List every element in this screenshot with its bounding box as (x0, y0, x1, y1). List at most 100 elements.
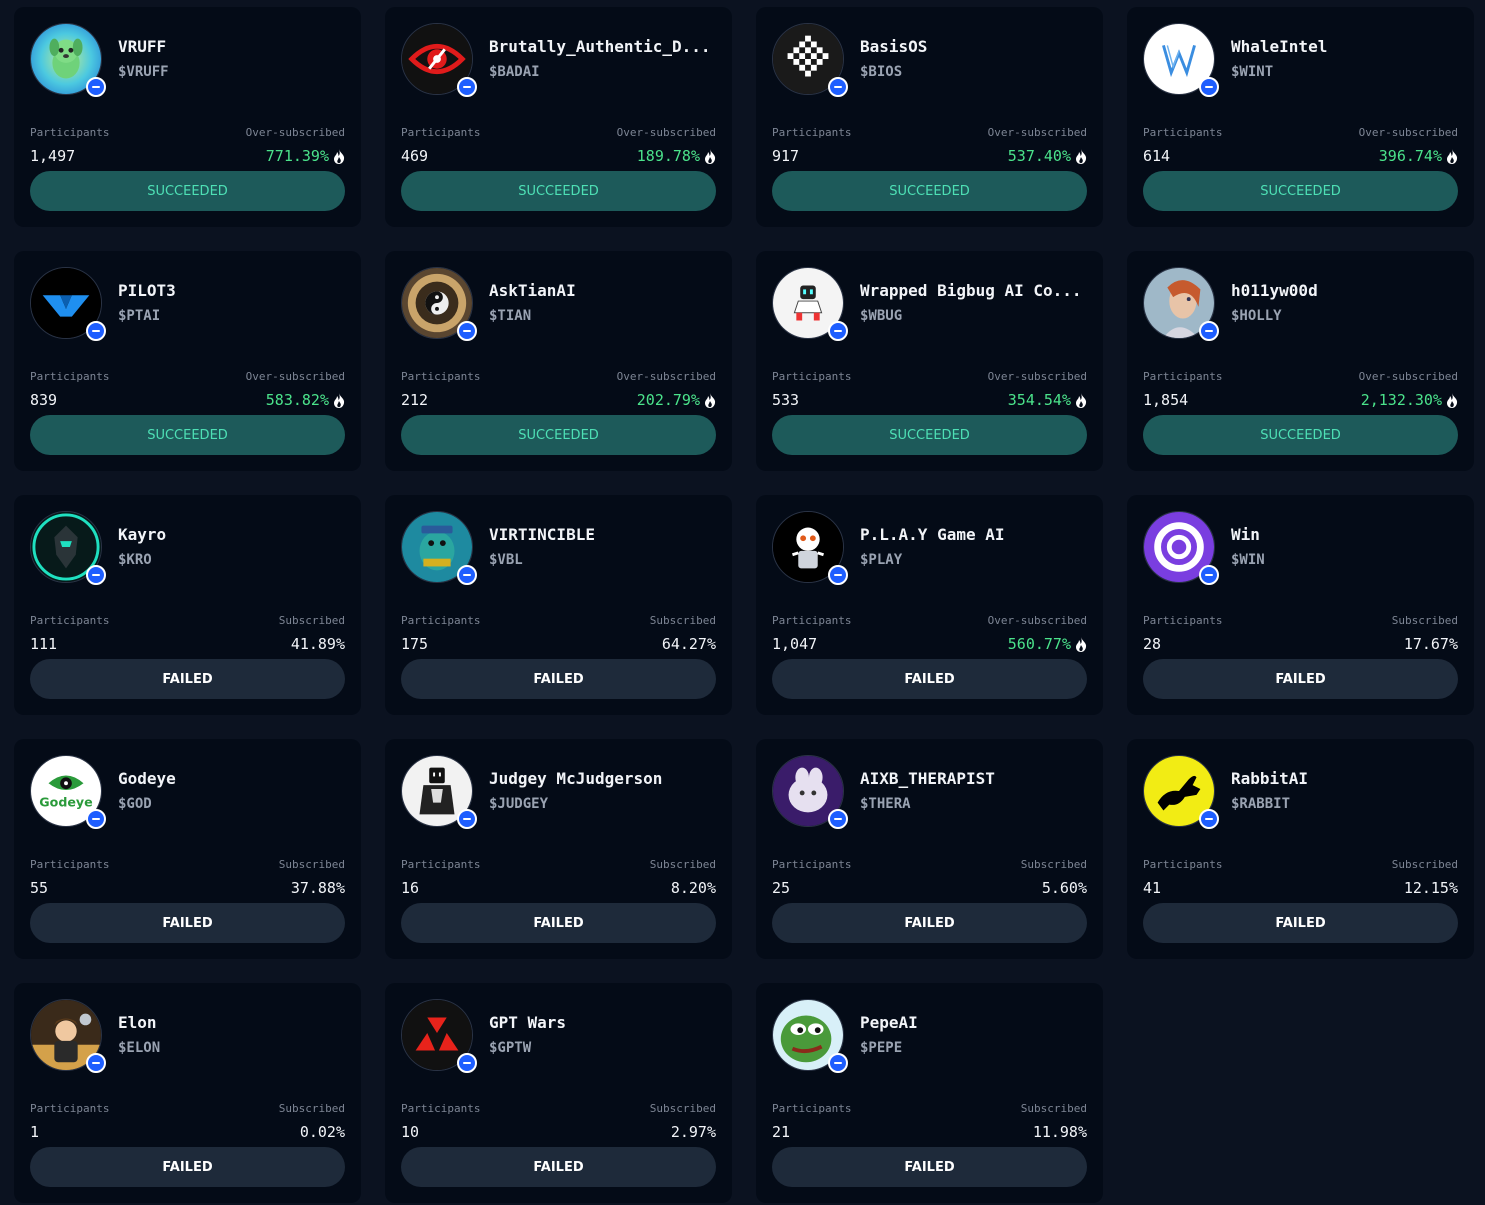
project-card[interactable]: WhaleIntel $WINT Participants Over-subscrib… (1127, 7, 1474, 227)
project-name[interactable]: Judgey McJudgerson (489, 769, 716, 788)
status-button[interactable]: FAILED (30, 1147, 345, 1187)
project-name[interactable]: Brutally_Authentic_D... (489, 37, 716, 56)
status-button[interactable]: SUCCEEDED (401, 171, 716, 211)
project-card[interactable]: Wrapped Bigbug AI Co... $WBUG Participants… (756, 251, 1103, 471)
project-name[interactable]: P.L.A.Y Game AI (860, 525, 1087, 544)
project-card[interactable]: Godeye Godeye $GOD Participants Subscribed 55… (14, 739, 361, 959)
stats-labels: Participants Subscribed (772, 1102, 1087, 1115)
status-button[interactable]: SUCCEEDED (30, 415, 345, 455)
project-card[interactable]: VIRTINCIBLE $VBL Participants Subscribed 175… (385, 495, 732, 715)
avatar[interactable] (30, 999, 106, 1073)
status-button[interactable]: FAILED (1143, 659, 1458, 699)
project-card[interactable]: h011yw00d $HOLLY Participants Over-subscrib… (1127, 251, 1474, 471)
project-name[interactable]: BasisOS (860, 37, 1087, 56)
stats-labels: Participants Over-subscribed (1143, 126, 1458, 139)
status-button[interactable]: FAILED (401, 659, 716, 699)
project-name[interactable]: h011yw00d (1231, 281, 1458, 300)
project-card[interactable]: P.L.A.Y Game AI $PLAY Participants Over-sub… (756, 495, 1103, 715)
avatar[interactable] (1143, 511, 1219, 585)
title-block: Wrapped Bigbug AI Co... $WBUG (860, 267, 1087, 324)
project-name[interactable]: AskTianAI (489, 281, 716, 300)
avatar[interactable] (772, 267, 848, 341)
stats-labels: Participants Subscribed (1143, 614, 1458, 627)
project-name[interactable]: VRUFF (118, 37, 345, 56)
avatar[interactable] (1143, 267, 1219, 341)
status-button[interactable]: SUCCEEDED (772, 415, 1087, 455)
status-button[interactable]: SUCCEEDED (401, 415, 716, 455)
subscription-percent: 189.78% (637, 147, 716, 165)
participants-count: 21 (772, 1123, 791, 1141)
status-button[interactable]: FAILED (1143, 903, 1458, 943)
project-card[interactable]: PILOT3 $PTAI Participants Over-subscribed 83… (14, 251, 361, 471)
project-card[interactable]: Brutally_Authentic_D... $BADAI Participant… (385, 7, 732, 227)
project-name[interactable]: Kayro (118, 525, 345, 544)
participants-count: 28 (1143, 635, 1162, 653)
svg-text:Godeye: Godeye (39, 795, 92, 810)
status-button[interactable]: FAILED (772, 659, 1087, 699)
project-name[interactable]: PILOT3 (118, 281, 345, 300)
project-name[interactable]: Elon (118, 1013, 345, 1032)
project-card[interactable]: VRUFF $VRUFF Participants Over-subscribed 1,… (14, 7, 361, 227)
avatar[interactable] (401, 999, 477, 1073)
project-name[interactable]: VIRTINCIBLE (489, 525, 716, 544)
subscription-value: 202.79% (636, 391, 700, 409)
avatar[interactable]: Godeye (30, 755, 106, 829)
project-name[interactable]: WhaleIntel (1231, 37, 1458, 56)
status-button[interactable]: SUCCEEDED (772, 171, 1087, 211)
status-button[interactable]: FAILED (30, 659, 345, 699)
project-card[interactable]: PepeAI $PEPE Participants Subscribed 21 11.98… (756, 983, 1103, 1203)
participants-count: 839 (30, 391, 58, 409)
project-card[interactable]: AIXB_THERAPIST $THERA Participants Subscrib… (756, 739, 1103, 959)
status-button[interactable]: FAILED (401, 903, 716, 943)
avatar[interactable] (30, 23, 106, 97)
avatar[interactable] (30, 267, 106, 341)
status-button[interactable]: FAILED (401, 1147, 716, 1187)
project-card[interactable]: Kayro $KRO Participants Subscribed 111 41.89%… (14, 495, 361, 715)
fire-icon (1446, 392, 1458, 408)
status-button[interactable]: FAILED (772, 903, 1087, 943)
subscription-value: 12.15% (1403, 879, 1458, 897)
avatar[interactable] (401, 511, 477, 585)
project-card[interactable]: RabbitAI $RABBIT Participants Subscribed 41 1… (1127, 739, 1474, 959)
avatar[interactable] (772, 999, 848, 1073)
subscription-label: Over-subscribed (987, 370, 1087, 383)
project-name[interactable]: Wrapped Bigbug AI Co... (860, 281, 1087, 300)
avatar[interactable] (30, 511, 106, 585)
participants-label: Participants (1143, 370, 1223, 383)
project-ticker: $VBL (489, 552, 523, 568)
project-card[interactable]: BasisOS $BIOS Participants Over-subscribed 9… (756, 7, 1103, 227)
avatar[interactable] (401, 755, 477, 829)
participants-count: 1 (30, 1123, 40, 1141)
project-name[interactable]: Godeye (118, 769, 345, 788)
project-card[interactable]: Elon $ELON Participants Subscribed 1 0.02% FAI… (14, 983, 361, 1203)
status-button[interactable]: SUCCEEDED (1143, 171, 1458, 211)
avatar[interactable] (772, 511, 848, 585)
participants-count: 55 (30, 879, 49, 897)
avatar[interactable] (772, 23, 848, 97)
status-button[interactable]: SUCCEEDED (30, 171, 345, 211)
avatar[interactable] (772, 755, 848, 829)
project-card[interactable]: AskTianAI $TIAN Participants Over-subscribe… (385, 251, 732, 471)
project-card[interactable]: Win $WIN Participants Subscribed 28 17.67% FAI… (1127, 495, 1474, 715)
subscription-percent: 560.77% (1008, 635, 1087, 653)
subscription-percent: 5.60% (1042, 879, 1087, 897)
avatar[interactable] (1143, 23, 1219, 97)
participants-label: Participants (772, 126, 852, 139)
status-button[interactable]: SUCCEEDED (1143, 415, 1458, 455)
subscription-value: 5.60% (1041, 879, 1087, 897)
status-button[interactable]: FAILED (772, 1147, 1087, 1187)
project-card[interactable]: Judgey McJudgerson $JUDGEY Participants Sub… (385, 739, 732, 959)
avatar[interactable] (401, 267, 477, 341)
project-name[interactable]: PepeAI (860, 1013, 1087, 1032)
project-name[interactable]: GPT Wars (489, 1013, 716, 1032)
project-card[interactable]: GPT Wars $GPTW Participants Subscribed 10 2.9… (385, 983, 732, 1203)
status-button[interactable]: FAILED (30, 903, 345, 943)
subscription-percent: 12.15% (1404, 879, 1458, 897)
subscription-label: Over-subscribed (1358, 126, 1458, 139)
project-name[interactable]: Win (1231, 525, 1458, 544)
project-name[interactable]: AIXB_THERAPIST (860, 769, 1087, 788)
participants-count: 16 (401, 879, 420, 897)
avatar[interactable] (401, 23, 477, 97)
project-name[interactable]: RabbitAI (1231, 769, 1458, 788)
avatar[interactable] (1143, 755, 1219, 829)
